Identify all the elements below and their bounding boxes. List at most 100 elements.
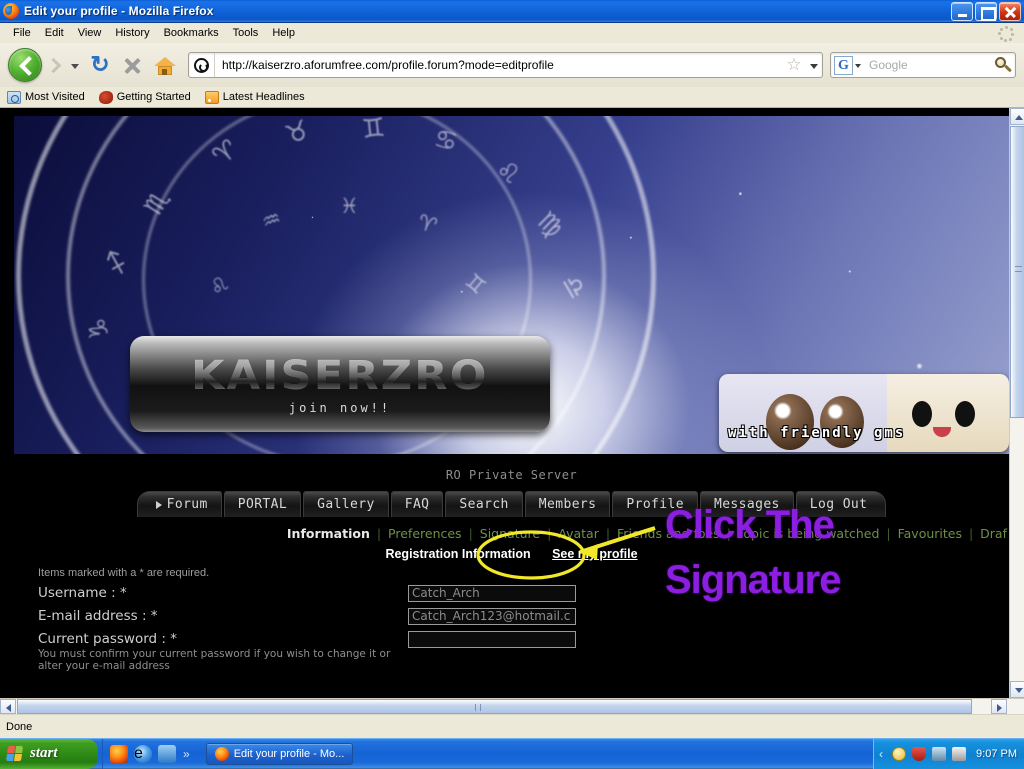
browser-window: Edit your profile - Mozilla Firefox File… [0,0,1024,738]
task-button-label: Edit your profile - Mo... [233,747,345,760]
maximize-button[interactable] [975,2,997,21]
menu-view[interactable]: View [71,25,109,41]
chevron-down-icon[interactable] [806,53,822,77]
subnav-item-favourites[interactable]: Favourites [898,526,962,541]
chevron-down-icon[interactable] [853,53,864,77]
tab-logout[interactable]: Log Out [795,491,887,517]
forum-logo-text: kaiserzRO [191,353,489,399]
subnav-item-topic-watched[interactable]: Topic is being watched [738,526,880,541]
close-button[interactable] [999,2,1021,21]
menu-history[interactable]: History [108,25,156,41]
subnav-separator: | [376,526,382,541]
subnav-item-signature[interactable]: Signature [480,526,540,541]
minimize-button[interactable] [951,2,973,21]
tab-portal[interactable]: PORTAL [223,491,302,517]
subnav-item-avatar[interactable]: Avatar [558,526,599,541]
horizontal-scroll-thumb[interactable] [17,699,972,714]
url-input[interactable]: http://kaiserzro.aforumfree.com/profile.… [215,58,782,72]
horizontal-scrollbar[interactable] [0,698,1024,714]
bookmark-most-visited[interactable]: Most Visited [7,90,85,104]
subnav-separator: | [547,526,552,541]
taskbar: start » Edit your profile - Mo... ‹ 9:07… [0,738,1024,769]
forum-logo-subtitle: join now!! [288,401,392,415]
tab-label: PORTAL [237,497,288,512]
tab-forum[interactable]: Forum [136,491,222,517]
subnav-item-preferences[interactable]: Preferences [388,526,462,541]
chevron-down-icon[interactable] [68,50,82,80]
task-button-firefox[interactable]: Edit your profile - Mo... [205,742,354,765]
menu-tools[interactable]: Tools [226,25,266,41]
tab-faq[interactable]: FAQ [390,491,444,517]
tab-search[interactable]: Search [445,491,523,517]
search-input[interactable]: Google [864,58,991,72]
triangle-right-icon [155,500,162,509]
google-icon[interactable]: G [834,55,853,75]
menu-bookmarks[interactable]: Bookmarks [157,25,226,41]
menu-file[interactable]: File [6,25,38,41]
scroll-right-button[interactable] [991,699,1007,714]
subnav-item-friends-and-foes[interactable]: Friends and foes [617,526,720,541]
home-icon[interactable] [150,51,180,79]
subnav-item-drafts[interactable]: Draf [980,526,1007,541]
see-my-profile-link[interactable]: See my profile [552,547,637,561]
username-input[interactable]: Catch_Arch [408,585,576,602]
scroll-left-button[interactable] [0,699,16,714]
profile-subnav: Information | Preferences | Signature | … [14,526,1009,541]
internet-explorer-icon[interactable] [134,744,152,763]
windows-logo-icon [6,745,25,762]
bookmark-star-icon[interactable]: ☆ [782,53,806,77]
forum-tagline: RO Private Server [445,468,578,482]
throbber-icon [998,26,1014,42]
subnav-item-information[interactable]: Information [287,526,370,541]
bookmark-label: Latest Headlines [222,91,305,103]
quick-launch-bar: » [102,738,198,769]
address-bar[interactable]: http://kaiserzro.aforumfree.com/profile.… [188,52,823,78]
stop-icon[interactable] [118,51,146,79]
required-fields-note: Items marked with a * are required. [38,567,210,579]
messenger-icon[interactable] [892,746,907,761]
form-row-username: Username : * Catch_Arch [14,585,1009,602]
back-button[interactable] [8,48,42,82]
media-icon[interactable] [158,744,176,763]
bookmarks-toolbar: Most Visited Getting Started Latest Head… [0,87,1024,108]
tab-profile[interactable]: Profile [612,491,698,517]
profile-form: Items marked with a * are required. User… [14,567,1009,672]
tray-expand-icon[interactable]: ‹ [879,747,883,761]
folder-icon [7,90,21,104]
tab-label: Search [459,497,509,512]
subnav-separator: | [605,526,611,541]
page-viewport: ♈ ♉ ♊ ♋ ♌ ♍ ♎ ♏ ♐ ♑ ♒ ♓ ♈ ♊ ♌ kaiserzRO … [0,108,1009,698]
bookmark-latest-headlines[interactable]: Latest Headlines [204,90,305,104]
scroll-up-button[interactable] [1010,108,1024,125]
chevron-right-icon[interactable]: » [183,747,190,761]
menu-help[interactable]: Help [265,25,302,41]
bookmark-getting-started[interactable]: Getting Started [98,90,191,104]
subnav-separator: | [726,526,731,541]
vertical-scrollbar[interactable] [1009,108,1024,698]
tab-members[interactable]: Members [524,491,611,517]
menu-edit[interactable]: Edit [38,25,71,41]
tab-messages[interactable]: Messages [699,491,794,517]
current-password-input[interactable] [408,631,576,648]
clock[interactable]: 9:07 PM [976,748,1017,760]
task-buttons: Edit your profile - Mo... [198,742,873,765]
friendly-gms-text: with friendly GMs [728,425,906,441]
scroll-down-button[interactable] [1010,681,1024,698]
forward-button[interactable] [42,50,68,80]
forum-logo: kaiserzRO join now!! [130,336,550,432]
start-button[interactable]: start [0,738,98,769]
vertical-scroll-thumb[interactable] [1010,126,1024,418]
email-input[interactable]: Catch_Arch123@hotmail.c [408,608,576,625]
volume-icon[interactable] [952,746,967,761]
reload-icon[interactable]: ↻ [86,51,114,79]
search-bar[interactable]: G Google [830,52,1016,78]
window-title-bar: Edit your profile - Mozilla Firefox [0,0,1024,23]
tab-label: Gallery [317,497,375,512]
search-icon[interactable] [991,53,1015,77]
tab-label: Forum [166,497,208,512]
tab-gallery[interactable]: Gallery [303,491,389,517]
network-icon[interactable] [932,746,947,761]
rss-icon [204,90,219,104]
security-shield-icon[interactable] [912,746,927,761]
firefox-icon[interactable] [110,744,128,763]
